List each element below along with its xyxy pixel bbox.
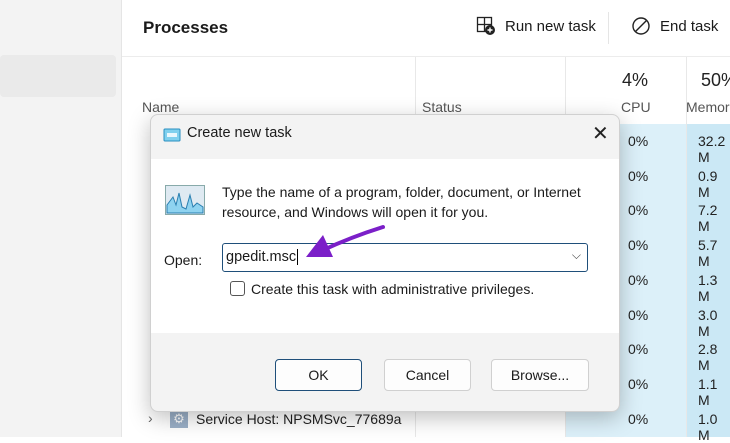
column-header-memory-label: Memor bbox=[686, 99, 730, 115]
memory-total: 50% bbox=[701, 70, 730, 90]
cpu-value: 0% bbox=[628, 133, 649, 149]
close-icon[interactable]: ✕ bbox=[592, 121, 609, 146]
page-title: Processes bbox=[143, 18, 229, 37]
cpu-total: 4% bbox=[622, 70, 649, 90]
cpu-value: 0% bbox=[628, 167, 649, 184]
toolbar-divider bbox=[608, 12, 609, 44]
header-divider bbox=[122, 56, 730, 57]
run-task-icon bbox=[476, 16, 495, 35]
expand-chevron-icon[interactable]: › bbox=[148, 410, 153, 426]
end-task-icon bbox=[632, 17, 650, 35]
open-label: Open: bbox=[164, 252, 203, 268]
cpu-value: 0% bbox=[628, 306, 649, 323]
admin-checkbox-label[interactable]: Create this task with administrative pri… bbox=[251, 281, 534, 297]
open-input[interactable]: gpedit.msc bbox=[226, 249, 299, 265]
cpu-value: 0% bbox=[628, 202, 649, 219]
memory-value: 1.0 M bbox=[698, 410, 718, 443]
cpu-value: 0% bbox=[628, 341, 649, 358]
cpu-value: 0% bbox=[628, 271, 649, 288]
process-name: Service Host: NPSMSvc_77689a bbox=[196, 410, 402, 427]
column-header-memory[interactable]: Memor bbox=[686, 99, 730, 115]
task-manager-icon bbox=[165, 185, 205, 215]
cpu-value: 0% bbox=[628, 410, 649, 427]
chevron-down-icon[interactable]: ⌵ bbox=[572, 248, 581, 263]
run-new-task-button[interactable]: Run new task bbox=[476, 16, 596, 36]
dialog-description: Type the name of a program, folder, docu… bbox=[222, 184, 581, 220]
dialog-body: Type the name of a program, folder, docu… bbox=[151, 159, 619, 333]
column-header-cpu[interactable]: CPU bbox=[621, 99, 651, 115]
app-window-icon bbox=[163, 128, 181, 142]
cpu-value: 0% bbox=[628, 237, 649, 254]
annotation-arrow-icon bbox=[306, 225, 385, 257]
cpu-value: 0% bbox=[628, 375, 649, 392]
cancel-button[interactable]: Cancel bbox=[384, 359, 471, 391]
gear-icon: ⚙ bbox=[170, 409, 188, 428]
browse-button[interactable]: Browse... bbox=[491, 359, 589, 391]
open-combobox[interactable]: gpedit.msc ⌵ bbox=[222, 243, 588, 272]
run-new-task-label: Run new task bbox=[505, 17, 596, 35]
admin-checkbox[interactable] bbox=[230, 281, 245, 296]
dialog-title: Create new task bbox=[187, 125, 292, 141]
sidebar bbox=[0, 0, 121, 437]
sidebar-item-processes[interactable] bbox=[0, 55, 116, 97]
ok-button[interactable]: OK bbox=[275, 359, 362, 391]
end-task-label: End task bbox=[660, 17, 719, 35]
end-task-button[interactable]: End task bbox=[631, 16, 718, 36]
column-header-status[interactable]: Status bbox=[422, 99, 462, 115]
column-header-name[interactable]: Name bbox=[142, 99, 179, 115]
create-new-task-dialog: Create new task ✕ Type the name of a pro… bbox=[150, 114, 620, 412]
